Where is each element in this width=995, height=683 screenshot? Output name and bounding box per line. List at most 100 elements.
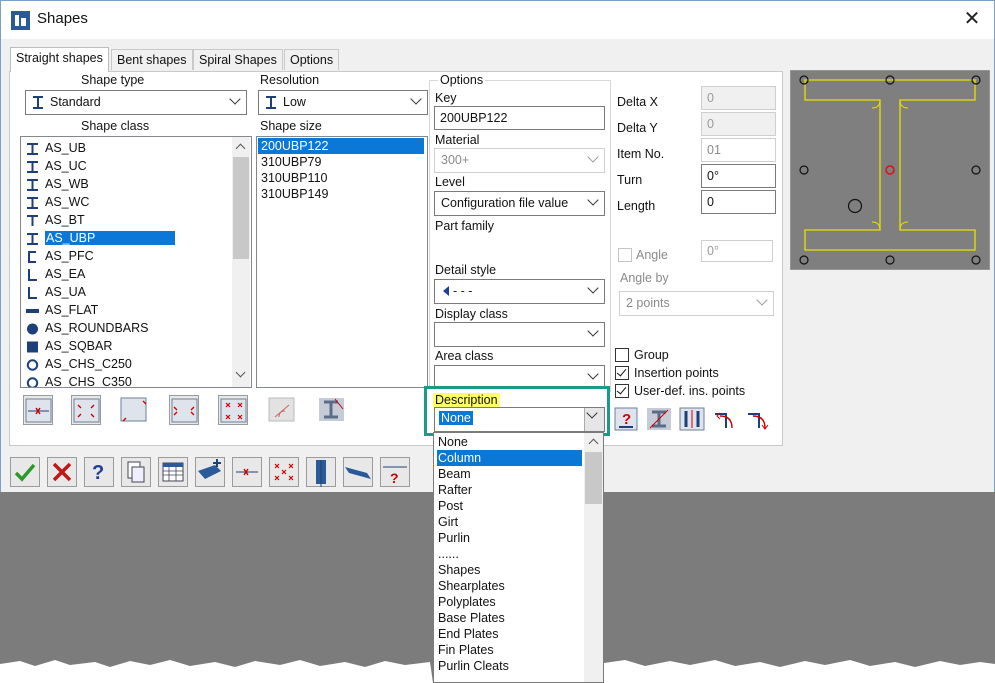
dropdown-scrollbar[interactable] — [584, 433, 603, 682]
rotate-shape-button[interactable] — [267, 395, 299, 425]
tab-bent-shapes[interactable]: Bent shapes — [111, 49, 193, 70]
material-select[interactable]: 300+ — [434, 148, 605, 173]
description-option[interactable]: Rafter — [437, 482, 582, 498]
insert-corner-button[interactable] — [119, 395, 151, 425]
item-no-field[interactable]: 01 — [701, 138, 776, 162]
section-view-button[interactable] — [317, 395, 349, 425]
shape-class-item[interactable]: AS_FLAT — [23, 301, 231, 319]
shape-size-item[interactable]: 310UBP79 — [258, 154, 424, 170]
description-option[interactable]: None — [437, 434, 582, 450]
mirror-section-button[interactable] — [646, 406, 672, 432]
angle-checkbox[interactable] — [618, 248, 632, 262]
rotate-left-button[interactable] — [712, 406, 738, 432]
copy-settings-button[interactable] — [121, 457, 151, 487]
shape-properties-help-button[interactable]: ? — [380, 457, 410, 487]
shape-size-item[interactable]: 310UBP110 — [258, 170, 424, 186]
shape-class-item[interactable]: AS_UC — [23, 157, 231, 175]
shape-class-item[interactable]: AS_UBP — [23, 229, 231, 247]
insert-edge-button[interactable] — [71, 395, 101, 425]
angle-label: Angle — [636, 248, 668, 262]
delta-x-field[interactable]: 0 — [701, 86, 776, 110]
shape-class-list[interactable]: AS_UB AS_UC AS_WB AS_WC AS_BT AS_UBP AS_PFC AS_… — [20, 136, 252, 388]
description-option[interactable]: Column — [437, 450, 582, 466]
shape-class-item[interactable]: AS_CHS_C250 — [23, 355, 231, 373]
chevron-down-icon — [584, 408, 604, 431]
detail-style-select[interactable]: - - - — [434, 279, 605, 304]
insert-all-points-button-bottom[interactable] — [269, 457, 299, 487]
shape-size-item[interactable]: 310UBP149 — [258, 186, 424, 202]
description-option[interactable]: Fin Plates — [437, 642, 582, 658]
description-option[interactable]: Beam — [437, 466, 582, 482]
insert-center-point-button[interactable] — [232, 457, 262, 487]
scroll-thumb[interactable] — [585, 452, 602, 504]
shape-class-item[interactable]: AS_WC — [23, 193, 231, 211]
scroll-down-icon[interactable] — [233, 367, 249, 383]
length-field[interactable]: 0 — [701, 190, 776, 214]
turn-field[interactable]: 0° — [701, 164, 776, 188]
user-def-ins-points-checkbox[interactable] — [615, 384, 629, 398]
tab-options[interactable]: Options — [284, 49, 340, 70]
help-insertion-button[interactable]: ? — [614, 406, 638, 432]
title-bar: Shapes ✕ — [1, 1, 994, 39]
description-option[interactable]: Girt — [437, 514, 582, 530]
description-option[interactable]: Base Plates — [437, 610, 582, 626]
ok-button[interactable] — [10, 457, 40, 487]
shape-type-select[interactable]: Standard — [25, 90, 247, 115]
i-beam-icon — [26, 160, 39, 173]
description-option[interactable]: Polyplates — [437, 594, 582, 610]
detail-style-value: - - - — [453, 284, 473, 298]
rotate-right-button[interactable] — [745, 406, 771, 432]
description-option[interactable]: ...... — [437, 546, 582, 562]
shape-size-item[interactable]: 200UBP122 — [258, 138, 424, 154]
shape-class-item[interactable]: AS_CHS_C350 — [23, 373, 231, 387]
help-button[interactable]: ? — [84, 457, 114, 487]
scroll-thumb[interactable] — [233, 157, 249, 259]
shape-class-item[interactable]: AS_PFC — [23, 247, 231, 265]
insertion-points-checkbox[interactable] — [615, 366, 629, 380]
scroll-up-icon[interactable] — [233, 139, 249, 155]
cancel-button[interactable] — [47, 457, 77, 487]
description-option[interactable]: Shearplates — [437, 578, 582, 594]
description-option[interactable]: Purlin Cleats — [437, 658, 582, 674]
shape-class-item[interactable]: AS_EA — [23, 265, 231, 283]
add-shape-button[interactable] — [195, 457, 225, 487]
description-select[interactable]: None — [434, 407, 605, 432]
insert-all-points-button[interactable] — [218, 395, 248, 425]
angle-field[interactable]: 0° — [701, 240, 773, 262]
resolution-label: Resolution — [260, 73, 320, 87]
t-beam-icon — [26, 214, 39, 226]
description-option[interactable]: Post — [437, 498, 582, 514]
shape-class-item[interactable]: AS_UB — [23, 139, 231, 157]
tab-spiral-shapes[interactable]: Spiral Shapes — [193, 49, 283, 70]
shape-class-item[interactable]: AS_BT — [23, 211, 231, 229]
column-shape-button[interactable] — [306, 457, 336, 487]
shape-class-item-label: AS_UC — [45, 159, 87, 173]
level-select[interactable]: Configuration file value — [434, 191, 605, 216]
display-class-select[interactable] — [434, 322, 605, 347]
insert-side-button[interactable] — [169, 395, 199, 425]
description-option[interactable]: Purlin — [437, 530, 582, 546]
scroll-up-icon[interactable] — [586, 434, 602, 450]
key-field[interactable]: 200UBP122 — [434, 106, 605, 130]
flip-section-button[interactable] — [679, 406, 705, 432]
shape-class-item[interactable]: AS_ROUNDBARS — [23, 319, 231, 337]
group-checkbox[interactable] — [615, 348, 629, 362]
shape-class-item[interactable]: AS_WB — [23, 175, 231, 193]
user-def-ins-points-label: User-def. ins. points — [634, 384, 746, 398]
insert-center-button[interactable] — [23, 395, 53, 425]
shape-size-list[interactable]: 200UBP122 310UBP79 310UBP110 310UBP149 — [256, 136, 428, 388]
resolution-select[interactable]: Low — [258, 90, 428, 115]
shape-class-item[interactable]: AS_UA — [23, 283, 231, 301]
shape-class-item-label: AS_UB — [45, 141, 86, 155]
table-button[interactable] — [158, 457, 188, 487]
beam-shape-button[interactable] — [343, 457, 373, 487]
shape-class-item[interactable]: AS_SQBAR — [23, 337, 231, 355]
angle-by-select[interactable]: 2 points — [619, 291, 774, 316]
delta-y-field[interactable]: 0 — [701, 112, 776, 136]
description-option[interactable]: Shapes — [437, 562, 582, 578]
tab-straight-shapes[interactable]: Straight shapes — [10, 47, 109, 72]
description-dropdown-list[interactable]: None Column Beam Rafter Post Girt Purlin......… — [433, 432, 604, 683]
close-button[interactable]: ✕ — [960, 7, 984, 31]
shape-class-scrollbar[interactable] — [232, 137, 250, 387]
description-option[interactable]: End Plates — [437, 626, 582, 642]
